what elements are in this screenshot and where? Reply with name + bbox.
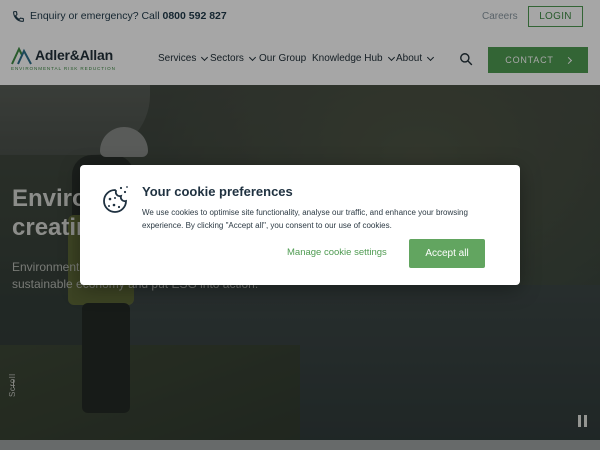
cookie-icon xyxy=(103,186,128,213)
manage-cookie-settings-button[interactable]: Manage cookie settings xyxy=(287,247,387,258)
accept-all-button[interactable]: Accept all xyxy=(409,239,485,268)
cookie-dialog-text: We use cookies to optimise site function… xyxy=(142,208,468,230)
cookie-dialog-title: Your cookie preferences xyxy=(142,184,293,199)
cookie-preferences-dialog: Your cookie preferences We use cookies t… xyxy=(80,165,520,285)
